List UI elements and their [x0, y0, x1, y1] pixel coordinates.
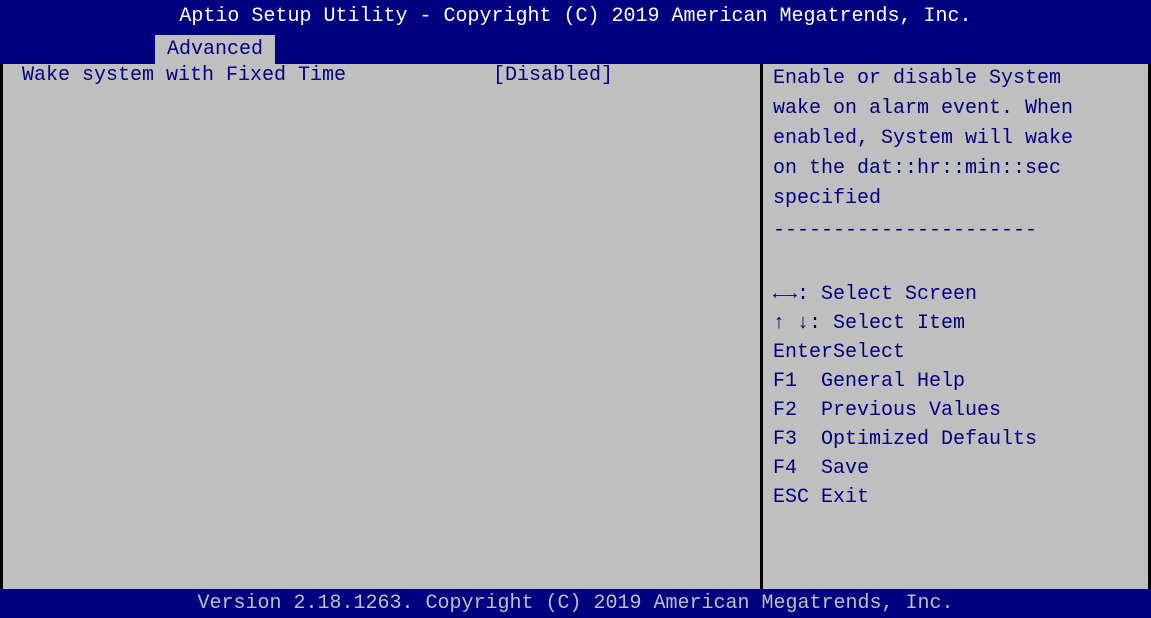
key-row-f1: F1 General Help	[773, 367, 1037, 396]
key-desc: : Select Screen	[797, 283, 978, 306]
help-divider	[760, 64, 763, 589]
help-separator: ----------------------	[773, 219, 1038, 242]
key-desc: Save	[821, 457, 870, 480]
setting-value-wake-fixed-time[interactable]: [Disabled]	[493, 64, 613, 87]
bios-screen: Aptio Setup Utility - Copyright (C) 2019…	[0, 0, 1151, 618]
tab-bar: Advanced	[0, 34, 1151, 64]
key-name: F2	[773, 399, 798, 422]
key-name: ESC	[773, 486, 810, 509]
key-row-select-item: ↑ ↓: Select Item	[773, 309, 1037, 338]
key-row-enter: EnterSelect	[773, 338, 1037, 367]
key-row-f2: F2 Previous Values	[773, 396, 1037, 425]
setting-label-wake-fixed-time[interactable]: Wake system with Fixed Time	[22, 64, 346, 87]
key-name: F3	[773, 428, 798, 451]
key-row-f3: F3 Optimized Defaults	[773, 425, 1037, 454]
key-desc: Select	[833, 341, 906, 364]
key-row-esc: ESC Exit	[773, 483, 1037, 512]
panel-left-border	[0, 64, 3, 589]
key-row-select-screen: ←→: Select Screen	[773, 280, 1037, 309]
title-bar: Aptio Setup Utility - Copyright (C) 2019…	[0, 0, 1151, 34]
key-desc: General Help	[821, 370, 966, 393]
key-desc: Previous Values	[821, 399, 1002, 422]
key-name: Enter	[773, 341, 834, 364]
key-name: F4	[773, 457, 798, 480]
arrows-left-right-icon: ←→	[773, 283, 798, 306]
key-desc: : Select Item	[809, 312, 966, 335]
key-legend: ←→: Select Screen ↑ ↓: Select Item Enter…	[773, 280, 1037, 512]
key-name: F1	[773, 370, 798, 393]
key-desc: Exit	[821, 486, 870, 509]
tab-advanced[interactable]: Advanced	[155, 35, 276, 64]
arrows-up-down-icon: ↑ ↓	[773, 312, 810, 335]
key-row-f4: F4 Save	[773, 454, 1037, 483]
footer-bar: Version 2.18.1263. Copyright (C) 2019 Am…	[0, 589, 1151, 618]
help-text: Enable or disable System wake on alarm e…	[773, 67, 1074, 210]
key-desc: Optimized Defaults	[821, 428, 1038, 451]
